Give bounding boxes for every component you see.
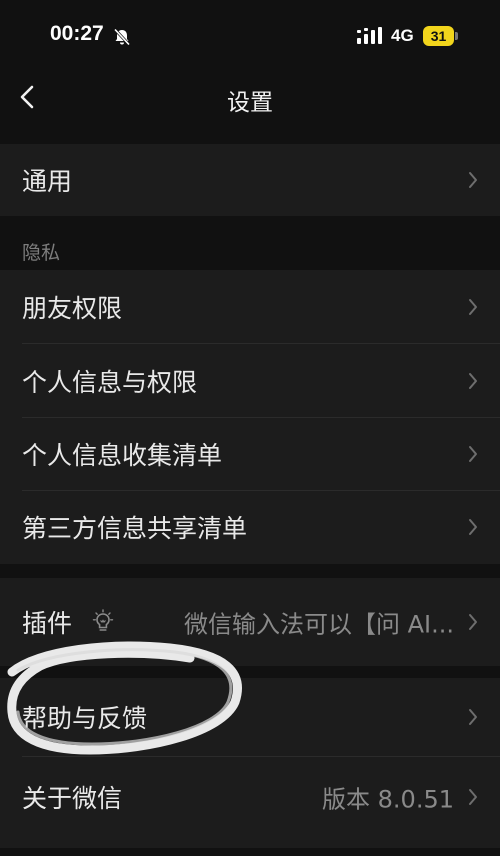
- about-wechat-row[interactable]: 关于微信 版本 8.0.51: [0, 758, 500, 836]
- privacy-item-personal-info-permissions[interactable]: 个人信息与权限: [0, 344, 500, 418]
- status-time: 00:27: [50, 22, 104, 45]
- chevron-right-icon: [469, 614, 477, 630]
- chevron-right-icon: [469, 446, 477, 462]
- chevron-right-icon: [469, 709, 477, 725]
- plugins-label: 插件: [22, 609, 73, 638]
- chevron-right-icon: [469, 373, 477, 389]
- page-title: 设置: [227, 90, 273, 116]
- privacy-item-friend-permissions[interactable]: 朋友权限: [0, 270, 500, 344]
- general-row[interactable]: 通用: [0, 144, 500, 216]
- privacy-item-third-party-sharing-list[interactable]: 第三方信息共享清单: [0, 490, 500, 564]
- general-label: 通用: [22, 167, 73, 196]
- signal-icon: [357, 27, 382, 44]
- divider: [22, 756, 500, 757]
- chevron-right-icon: [469, 299, 477, 315]
- version-value: 版本 8.0.51: [322, 785, 454, 814]
- about-wechat-label: 关于微信: [22, 784, 123, 813]
- privacy-item-info-collection-list[interactable]: 个人信息收集清单: [0, 417, 500, 491]
- battery-tip: [455, 32, 458, 40]
- chevron-right-icon: [469, 519, 477, 535]
- help-about-group: 帮助与反馈 关于微信 版本 8.0.51: [0, 678, 500, 848]
- bell-slash-icon: [113, 28, 131, 46]
- lightbulb-icon: [92, 609, 114, 631]
- battery-icon: 31: [423, 26, 459, 46]
- help-feedback-row[interactable]: 帮助与反馈: [0, 678, 500, 756]
- plugins-row[interactable]: 插件 微信输入法可以【问 AI...: [0, 578, 500, 666]
- general-group: 通用: [0, 144, 500, 216]
- privacy-section-label: 隐私: [22, 242, 61, 264]
- list-item-label: 个人信息与权限: [22, 368, 198, 397]
- list-item-label: 第三方信息共享清单: [22, 514, 248, 543]
- chevron-right-icon: [469, 172, 477, 188]
- list-item-label: 朋友权限: [22, 294, 123, 323]
- network-type: 4G: [391, 26, 414, 45]
- nav-bar: 设置: [0, 74, 500, 122]
- plugins-group: 插件 微信输入法可以【问 AI...: [0, 578, 500, 666]
- chevron-right-icon: [469, 789, 477, 805]
- plugins-value: 微信输入法可以【问 AI...: [183, 610, 454, 639]
- list-item-label: 个人信息收集清单: [22, 441, 223, 470]
- battery-level: 31: [423, 26, 454, 46]
- help-feedback-label: 帮助与反馈: [22, 704, 148, 733]
- privacy-group: 朋友权限 个人信息与权限 个人信息收集清单 第三方信息共享清单: [0, 270, 500, 564]
- status-bar: 00:27 4G 31: [0, 0, 500, 74]
